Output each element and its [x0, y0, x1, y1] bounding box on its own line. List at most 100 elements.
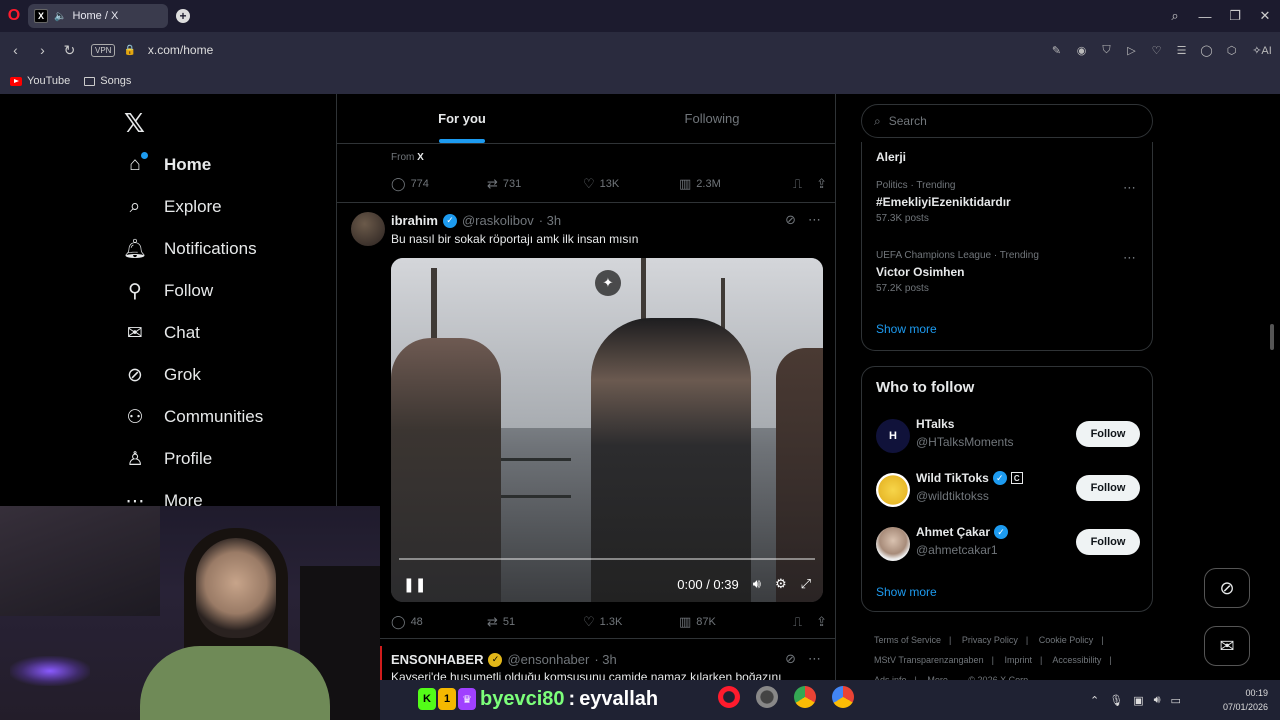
suggested-user[interactable]: H HTalks @HTalksMoments Follow: [876, 417, 1140, 457]
more-icon[interactable]: ⋯: [808, 212, 821, 228]
nav-communities[interactable]: ⚇ Communities: [124, 406, 263, 428]
footer-link[interactable]: Imprint: [1004, 655, 1032, 665]
tweet-time[interactable]: · 3h: [594, 652, 616, 667]
reload-button[interactable]: ↻: [56, 42, 83, 59]
messages-float-button[interactable]: ✉: [1204, 626, 1250, 666]
scrollbar-thumb[interactable]: [1270, 324, 1274, 350]
speaker-icon[interactable]: 🔈: [54, 11, 66, 22]
taskbar-clock[interactable]: 00:19 07/01/2026: [1208, 686, 1268, 714]
video-progress-bar[interactable]: [399, 558, 815, 560]
avatar[interactable]: [351, 212, 385, 246]
share-icon[interactable]: ⇪: [816, 176, 827, 192]
trends-show-more-link[interactable]: Show more: [876, 322, 937, 336]
opera-logo-icon[interactable]: O: [0, 0, 28, 32]
grok-icon[interactable]: ⊘: [785, 212, 796, 228]
camera-icon[interactable]: ◉: [1069, 44, 1094, 57]
opera-taskbar-icon[interactable]: [718, 686, 740, 708]
bookmark-icon[interactable]: ⎍: [793, 614, 802, 630]
trend-item[interactable]: UEFA Champions League · Trending Victor …: [876, 250, 1136, 294]
volume-icon[interactable]: 🔊︎: [753, 576, 761, 592]
nav-notifications[interactable]: 🔔︎ Notifications: [123, 238, 257, 260]
browser-tab[interactable]: X 🔈 Home / X: [28, 4, 168, 28]
minimize-button[interactable]: —: [1190, 9, 1220, 24]
suggested-user[interactable]: Ahmet Çakar ✓ @ahmetcakar1 Follow: [876, 525, 1140, 565]
who-to-follow-show-more-link[interactable]: Show more: [876, 585, 937, 599]
footer-link[interactable]: Cookie Policy: [1039, 635, 1094, 645]
grok-icon[interactable]: ⊘: [785, 651, 796, 667]
back-button[interactable]: ‹: [2, 42, 29, 58]
search-tabs-icon[interactable]: ⌕: [1160, 8, 1190, 24]
chevron-up-icon[interactable]: ⌃: [1090, 694, 1099, 707]
pause-icon[interactable]: ❚❚: [403, 576, 426, 593]
tweet-author-handle[interactable]: @raskolibov: [462, 213, 534, 228]
grok-float-button[interactable]: ⊘: [1204, 568, 1250, 608]
x-logo-icon[interactable]: 𝕏: [124, 108, 145, 139]
like-button[interactable]: ♡ 1.3K: [583, 614, 679, 630]
footer-link[interactable]: Terms of Service: [874, 635, 941, 645]
views-button[interactable]: ▥ 87K: [679, 614, 783, 630]
bookmark-youtube[interactable]: YouTube: [10, 75, 70, 87]
nav-follow[interactable]: ⚲ Follow: [124, 280, 213, 302]
trend-item[interactable]: Politics · Trending #EmekliyiEzeniktidar…: [876, 180, 1136, 224]
search-input[interactable]: ⌕ Search: [861, 104, 1153, 138]
more-icon[interactable]: ⋯: [808, 651, 821, 667]
nav-home[interactable]: ⌂ Home: [124, 152, 211, 176]
chrome-taskbar-icon[interactable]: [832, 686, 854, 708]
tab-following[interactable]: Following: [587, 94, 835, 143]
avatar[interactable]: [876, 473, 910, 507]
obs-taskbar-icon[interactable]: [756, 686, 778, 708]
share-icon[interactable]: ⇪: [816, 614, 827, 630]
cube-icon[interactable]: ⬡: [1219, 44, 1244, 57]
nav-chat[interactable]: ✉ Chat: [124, 322, 200, 344]
page-scrollbar[interactable]: [1268, 100, 1276, 714]
reply-button[interactable]: ◯ 48: [391, 614, 487, 630]
follow-button[interactable]: Follow: [1076, 475, 1140, 501]
suggested-user[interactable]: Wild TikToks ✓ C @wildtiktokss Follow: [876, 471, 1140, 511]
account-icon[interactable]: ◯: [1194, 44, 1219, 57]
close-window-button[interactable]: ✕: [1250, 8, 1280, 24]
edit-icon[interactable]: ✎: [1044, 44, 1069, 57]
forward-button[interactable]: ›: [29, 42, 56, 58]
menu-icon[interactable]: ☰: [1169, 44, 1194, 57]
fullscreen-icon[interactable]: ⤢: [801, 576, 811, 592]
play-icon[interactable]: ▷: [1119, 44, 1144, 57]
repost-button[interactable]: ⇄ 731: [487, 176, 583, 192]
nav-grok[interactable]: ⊘ Grok: [124, 364, 201, 386]
heart-icon[interactable]: ♡: [1144, 44, 1169, 57]
more-icon[interactable]: ⋯: [1123, 180, 1136, 196]
url-field[interactable]: x.com/home: [148, 43, 213, 57]
tweet-author-name[interactable]: ENSONHABER: [391, 652, 483, 667]
lock-icon[interactable]: 🔒: [123, 45, 135, 56]
footer-link[interactable]: Privacy Policy: [962, 635, 1018, 645]
battery-icon[interactable]: ▭: [1171, 694, 1181, 707]
follow-button[interactable]: Follow: [1076, 421, 1140, 447]
settings-icon[interactable]: ⚙: [775, 576, 787, 592]
tweet-author-name[interactable]: ibrahim: [391, 213, 438, 228]
tweet-author-handle[interactable]: @ensonhaber: [507, 652, 589, 667]
tab-for-you[interactable]: For you: [337, 94, 587, 143]
avatar[interactable]: [876, 527, 910, 561]
from-name[interactable]: X: [417, 152, 424, 163]
microphone-icon[interactable]: 🎙︎: [1109, 694, 1123, 707]
volume-icon[interactable]: 🔊︎: [1154, 694, 1161, 707]
more-icon[interactable]: ⋯: [1123, 250, 1136, 266]
ai-button[interactable]: ✧AI: [1244, 44, 1280, 57]
grok-sparkle-icon[interactable]: ✦: [595, 270, 621, 296]
bookmark-songs[interactable]: Songs: [84, 75, 131, 87]
reply-button[interactable]: ◯ 774: [391, 176, 487, 192]
follow-button[interactable]: Follow: [1076, 529, 1140, 555]
views-button[interactable]: ▥ 2.3M: [679, 176, 783, 192]
restore-button[interactable]: ❐: [1220, 8, 1250, 24]
video-player[interactable]: ✦ ❚❚ 0:00 / 0:39 🔊︎ ⚙ ⤢: [391, 258, 823, 602]
footer-link[interactable]: MStV Transparenzangaben: [874, 655, 984, 665]
footer-link[interactable]: Accessibility: [1052, 655, 1101, 665]
repost-button[interactable]: ⇄ 51: [487, 614, 583, 630]
shield-icon[interactable]: ⛉: [1094, 44, 1119, 57]
nav-profile[interactable]: ♙ Profile: [124, 448, 212, 470]
chrome-taskbar-icon[interactable]: [794, 686, 816, 708]
trend-item[interactable]: Alerji: [876, 146, 1136, 164]
vpn-badge[interactable]: VPN: [91, 43, 116, 57]
network-icon[interactable]: ▣: [1133, 694, 1143, 707]
bookmark-icon[interactable]: ⎍: [793, 176, 802, 192]
like-button[interactable]: ♡ 13K: [583, 176, 679, 192]
